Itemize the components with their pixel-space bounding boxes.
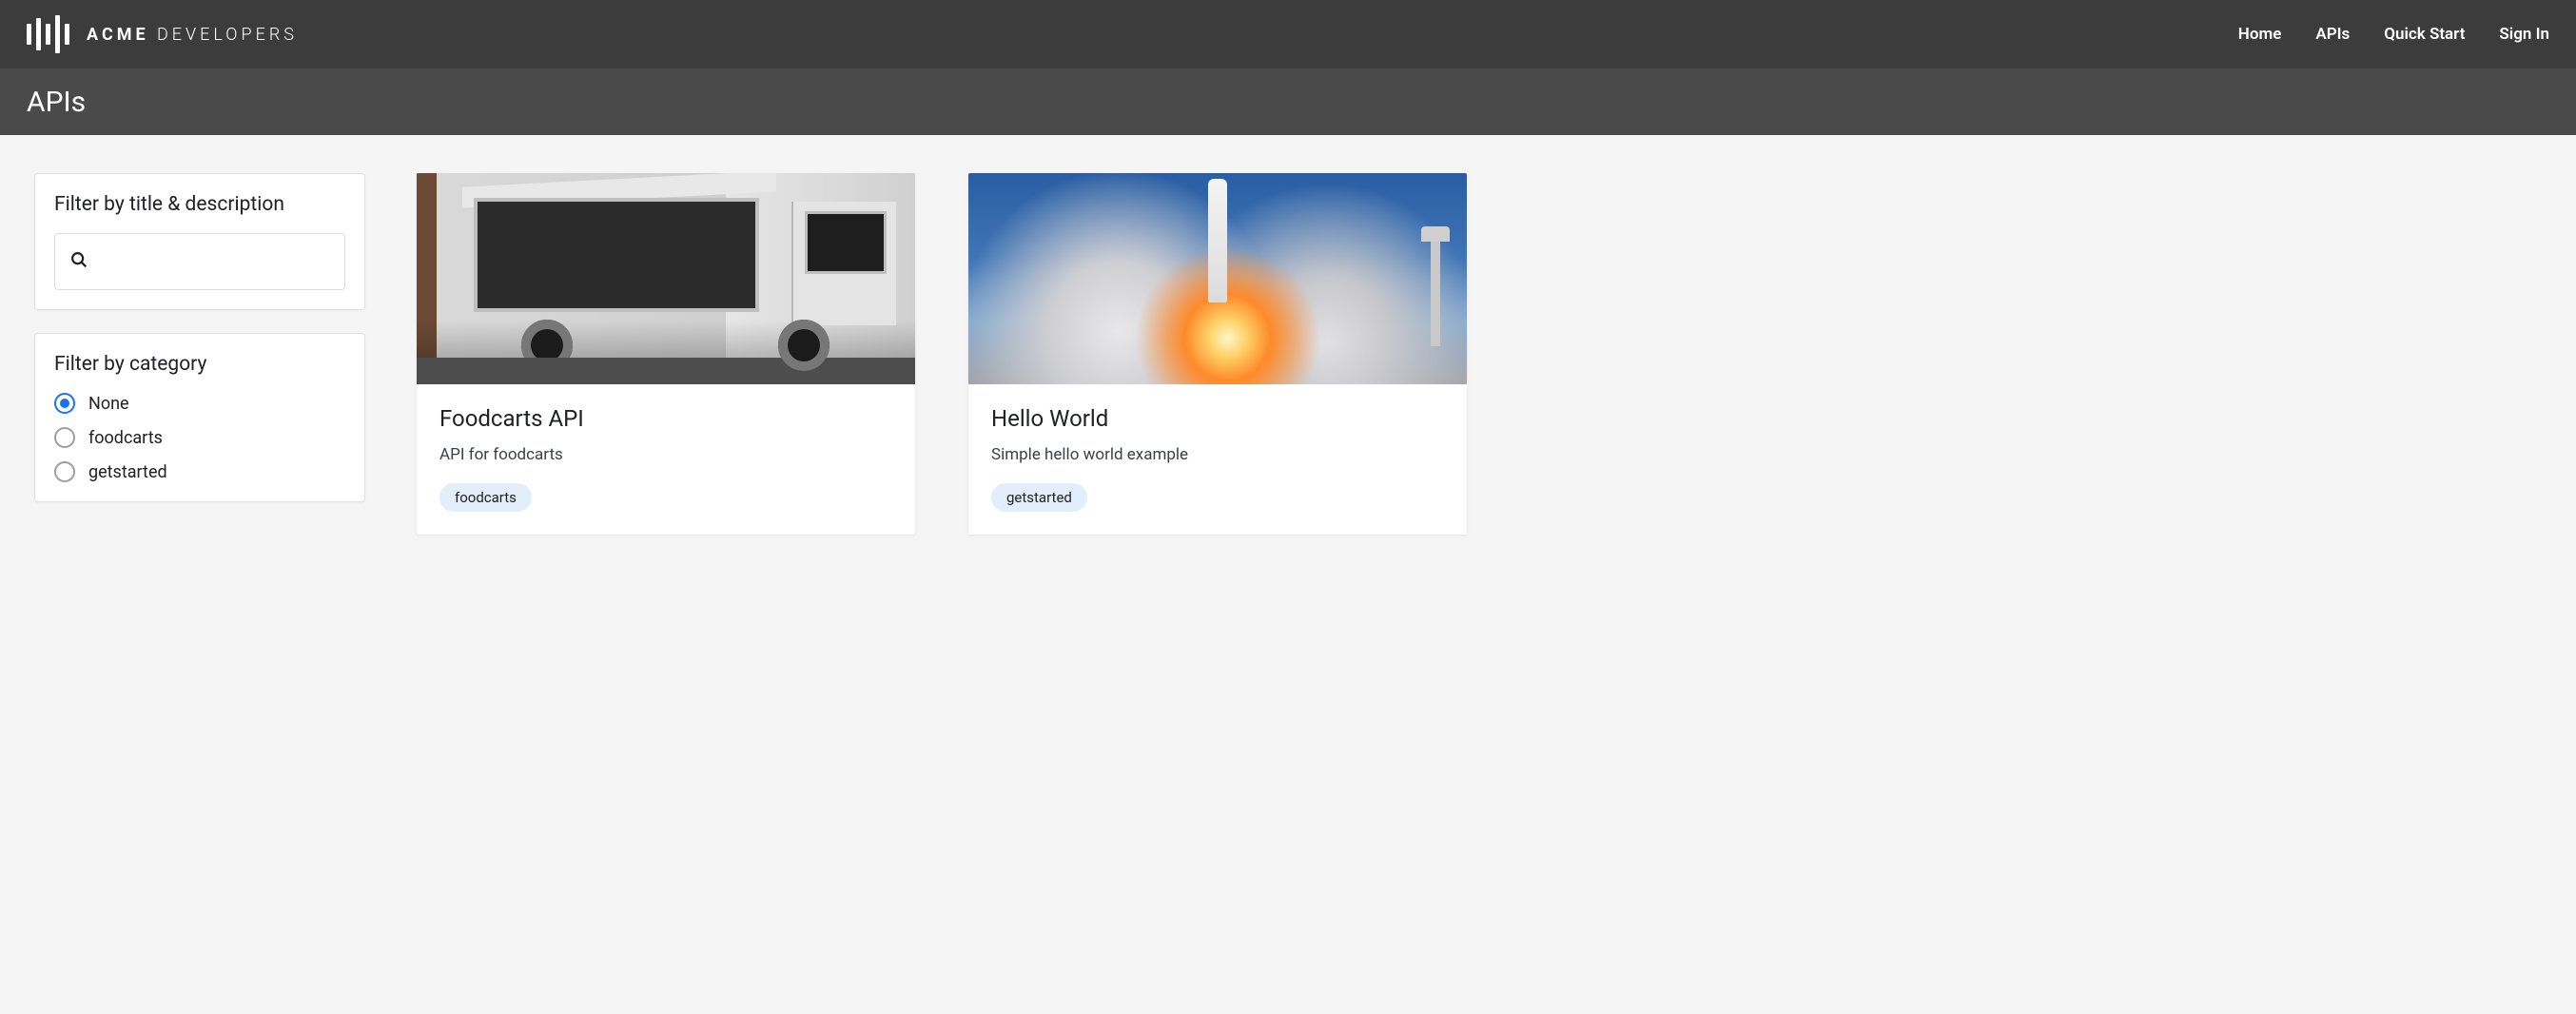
nav-home[interactable]: Home [2238,25,2282,44]
brand-text: ACME DEVELOPERS [87,25,298,45]
nav-quick-start[interactable]: Quick Start [2384,25,2465,44]
card-body: Hello World Simple hello world example g… [968,384,1467,535]
category-option-getstarted[interactable]: getstarted [54,461,345,482]
nav-apis[interactable]: APIs [2315,25,2350,44]
radio-icon [54,427,75,448]
brand[interactable]: ACME DEVELOPERS [27,15,298,53]
category-option-label: None [88,394,129,414]
main-content: Filter by title & description Filter by … [0,135,2576,573]
filter-category-title: Filter by category [54,353,345,376]
brand-name-strong: ACME [87,25,149,45]
filter-search-panel: Filter by title & description [34,173,365,310]
api-card-foodcarts[interactable]: Foodcarts API API for foodcarts foodcart… [417,173,915,535]
card-title: Foodcarts API [439,405,892,432]
search-input[interactable] [99,253,331,270]
category-option-none[interactable]: None [54,393,345,414]
category-option-foodcarts[interactable]: foodcarts [54,427,345,448]
search-icon [68,249,89,274]
primary-nav: Home APIs Quick Start Sign In [2238,25,2549,44]
category-option-label: foodcarts [88,428,163,448]
category-option-label: getstarted [88,462,167,482]
filters-sidebar: Filter by title & description Filter by … [34,173,365,502]
card-description: API for foodcarts [439,445,892,464]
radio-icon [54,461,75,482]
radio-icon [54,393,75,414]
filter-search-title: Filter by title & description [54,193,345,216]
card-tag-chip[interactable]: getstarted [991,483,1087,512]
api-cards-grid: Foodcarts API API for foodcarts foodcart… [417,173,2542,535]
card-description: Simple hello world example [991,445,1444,464]
filter-category-panel: Filter by category None foodcarts getsta… [34,333,365,502]
api-card-helloworld[interactable]: Hello World Simple hello world example g… [968,173,1467,535]
category-radio-group: None foodcarts getstarted [54,393,345,482]
brand-name-light: DEVELOPERS [157,25,298,45]
card-image [417,173,915,384]
brand-logo-icon [27,15,69,53]
card-tag-chip[interactable]: foodcarts [439,483,532,512]
nav-sign-in[interactable]: Sign In [2499,25,2549,44]
search-field-wrap[interactable] [54,233,345,290]
card-image [968,173,1467,384]
card-body: Foodcarts API API for foodcarts foodcart… [417,384,915,535]
top-navbar: ACME DEVELOPERS Home APIs Quick Start Si… [0,0,2576,68]
page-subheader: APIs [0,68,2576,135]
page-title: APIs [27,86,86,119]
card-title: Hello World [991,405,1444,432]
